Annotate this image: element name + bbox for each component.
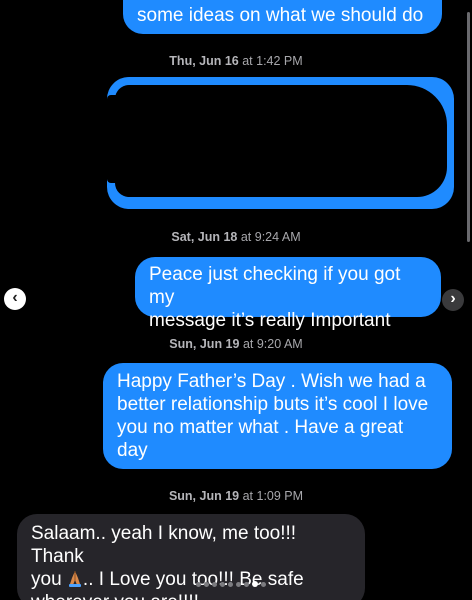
timestamp-time: at 1:09 PM [242,489,304,503]
pagination-dot[interactable] [244,581,249,587]
message-thread-screen: some ideas on what we should do Thu, Jun… [0,0,472,600]
timestamp: Sun, Jun 19 at 9:20 AM [0,337,472,351]
message-text: you [31,569,62,590]
pagination-dot[interactable] [236,581,241,587]
timestamp-date: Thu, Jun 16 [169,54,239,68]
message-text: some ideas on what we should do [137,5,424,26]
pagination-dot[interactable] [252,581,258,587]
folded-hands-icon [67,569,83,587]
message-text-line: day [117,440,148,461]
timestamp: Sat, Jun 18 at 9:24 AM [0,230,472,244]
pagination-dot[interactable] [261,581,266,587]
timestamp-time: at 9:24 AM [240,230,301,244]
message-bubble-outgoing[interactable]: some ideas on what we should do [123,0,442,34]
message-text-line: wherever you are!!!! [31,591,351,600]
timestamp: Thu, Jun 16 at 1:42 PM [0,54,472,68]
chevron-left-icon[interactable]: ‹ [4,288,26,310]
message-bubble-incoming[interactable]: Salaam.. yeah I know, me too!!! Thank yo… [17,514,365,600]
pagination-dot[interactable] [204,581,209,587]
chevron-right-icon[interactable]: › [442,289,464,311]
message-text-line: you no matter what . Have a great [117,417,404,438]
pagination-dot[interactable] [220,581,225,587]
pagination-dot[interactable] [212,581,217,587]
timestamp-time: at 1:42 PM [242,54,303,68]
message-text: .. I Love you too!!! Be safe [82,569,304,590]
message-text-line: Peace just checking if you got my [149,264,401,308]
timestamp-date: Sat, Jun 18 [171,230,238,244]
scrollbar[interactable] [467,12,470,242]
message-bubble-outgoing[interactable]: Happy Father’s Day . Wish we had a bette… [103,363,452,469]
message-text-line: Happy Father’s Day . Wish we had a [117,371,426,392]
message-bubble-outgoing[interactable]: Peace just checking if you got my messag… [135,257,441,331]
timestamp-time: at 9:20 AM [242,337,303,351]
timestamp-date: Sun, Jun 19 [168,489,240,503]
message-bubble-redacted[interactable] [107,77,454,209]
timestamp: Sun, Jun 19 at 1:09 PM [0,489,472,503]
message-text-line: Salaam.. yeah I know, me too!!! Thank [31,523,297,567]
message-text-line: message it’s really Important [149,310,391,331]
timestamp-date: Sun, Jun 19 [169,337,240,351]
pagination-dot[interactable] [228,581,233,587]
redaction-mark [115,85,447,197]
carousel-pagination [196,579,266,589]
pagination-dot[interactable] [196,581,201,587]
message-text-line: you .. I Love you too!!! Be safe [31,568,351,591]
message-text-line: better relationship buts it’s cool I lov… [117,394,429,415]
